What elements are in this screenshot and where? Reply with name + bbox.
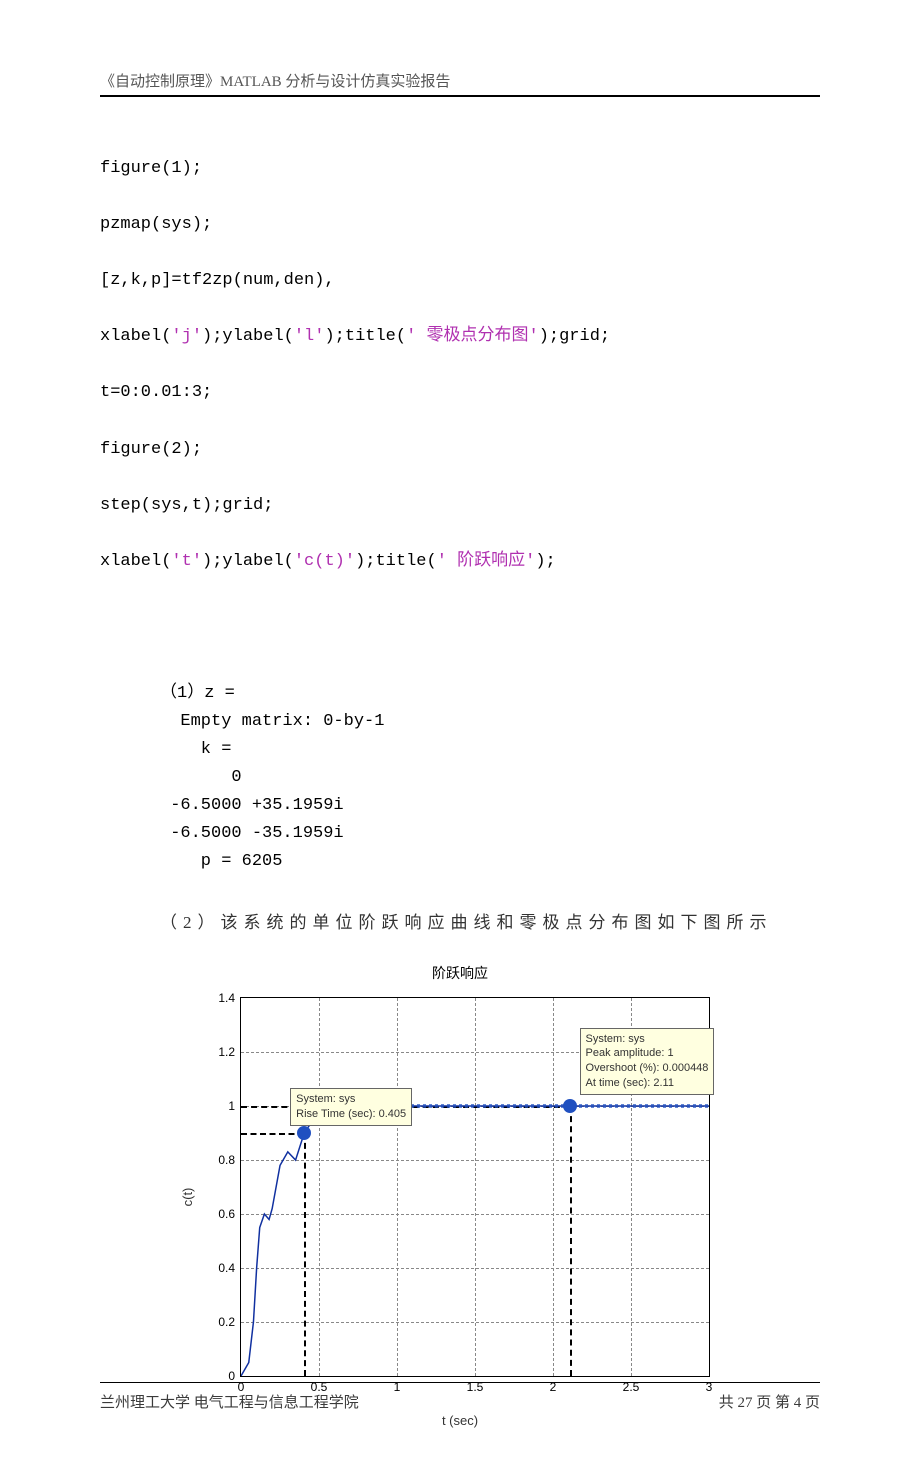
code-line: figure(1); — [100, 155, 820, 183]
output-line: （1）z = — [160, 684, 235, 703]
data-marker-dot — [297, 1126, 311, 1140]
data-tip: System: sysPeak amplitude: 1Overshoot (%… — [580, 1028, 715, 1095]
step-response-chart: 阶跃响应 c(t) 00.20.40.60.811.21.400.511.522… — [190, 963, 730, 1428]
data-tip-line: System: sys — [586, 1032, 709, 1047]
data-tip-line: Rise Time (sec): 0.405 — [296, 1107, 406, 1122]
data-tip-line: Peak amplitude: 1 — [586, 1046, 709, 1061]
data-tip: System: sysRise Time (sec): 0.405 — [290, 1088, 412, 1126]
matlab-output: （1）z = Empty matrix: 0-by-1 k = 0 -6.500… — [160, 652, 820, 904]
chart-ylabel: c(t) — [180, 1188, 195, 1207]
y-tick-label: 0.6 — [218, 1207, 235, 1221]
data-marker-dot — [563, 1099, 577, 1113]
output-line: p = 6205 — [160, 852, 282, 871]
data-tip-line: Overshoot (%): 0.000448 — [586, 1061, 709, 1076]
y-tick-label: 0 — [228, 1369, 235, 1383]
output-line: -6.5000 +35.1959i — [160, 796, 344, 815]
y-tick-label: 1 — [228, 1099, 235, 1113]
y-tick-label: 1.4 — [218, 991, 235, 1005]
code-line: xlabel('j');ylabel('l');title(' 零极点分布图')… — [100, 323, 820, 351]
chart-xlabel: t (sec) — [190, 1413, 730, 1428]
y-tick-label: 0.2 — [218, 1315, 235, 1329]
y-tick-label: 0.8 — [218, 1153, 235, 1167]
output-line: 0 — [160, 768, 242, 787]
chart-title: 阶跃响应 — [190, 963, 730, 983]
code-line: step(sys,t);grid; — [100, 492, 820, 520]
y-tick-label: 0.4 — [218, 1261, 235, 1275]
code-line: pzmap(sys); — [100, 211, 820, 239]
code-line: figure(2); — [100, 436, 820, 464]
description-text: （2）该系统的单位阶跃响应曲线和零极点分布图如下图所示 — [160, 908, 820, 933]
code-line: xlabel('t');ylabel('c(t)');title(' 阶跃响应'… — [100, 548, 820, 576]
page-footer: 兰州理工大学 电气工程与信息工程学院 共 27 页 第 4 页 — [100, 1382, 820, 1412]
chart-axis-box: 00.20.40.60.811.21.400.511.522.53System:… — [240, 997, 710, 1377]
data-tip-line: System: sys — [296, 1092, 406, 1107]
footer-right: 共 27 页 第 4 页 — [719, 1391, 820, 1412]
output-line: k = — [160, 740, 231, 759]
data-tip-line: At time (sec): 2.11 — [586, 1076, 709, 1091]
code-line: t=0:0.01:3; — [100, 379, 820, 407]
page-header: 《自动控制原理》MATLAB 分析与设计仿真实验报告 — [100, 70, 820, 97]
output-line: -6.5000 -35.1959i — [160, 824, 344, 843]
output-line: Empty matrix: 0-by-1 — [160, 712, 384, 731]
matlab-code: figure(1); pzmap(sys); [z,k,p]=tf2zp(num… — [100, 127, 820, 632]
footer-left: 兰州理工大学 电气工程与信息工程学院 — [100, 1391, 359, 1412]
header-text: 《自动控制原理》MATLAB 分析与设计仿真实验报告 — [100, 74, 450, 90]
y-tick-label: 1.2 — [218, 1045, 235, 1059]
code-line: [z,k,p]=tf2zp(num,den), — [100, 267, 820, 295]
